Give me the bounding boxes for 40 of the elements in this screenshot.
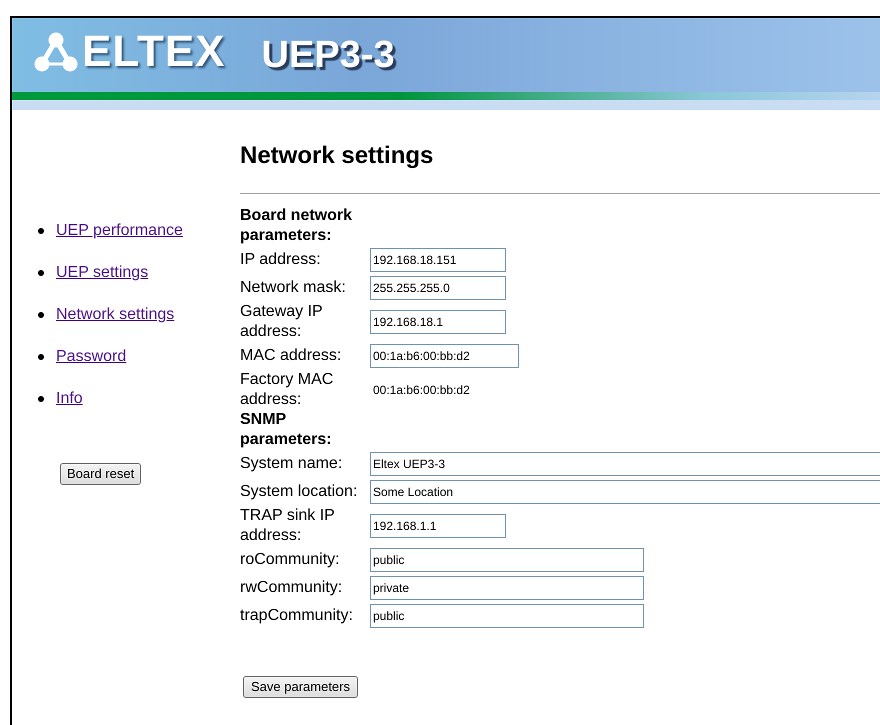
nav-link[interactable]: UEP performance: [56, 219, 183, 243]
field-value: 00:1a:b6:00:bb:d2: [373, 382, 470, 399]
model-title: UEP3-3: [262, 36, 395, 78]
nav-link[interactable]: UEP settings: [56, 261, 148, 285]
nav-link[interactable]: Info: [56, 387, 83, 411]
bullet-icon: [38, 270, 44, 276]
save-parameters-button[interactable]: Save parameters: [243, 676, 358, 698]
input-field[interactable]: 192.168.18.1: [370, 310, 506, 334]
field-label: trapCommunity:: [240, 606, 354, 626]
field-label: rwCommunity:: [240, 578, 344, 598]
bullet-icon: [38, 228, 44, 234]
logo-icon: [34, 32, 78, 72]
input-field[interactable]: 255.255.255.0: [370, 276, 506, 300]
bullet-icon: [38, 354, 44, 360]
board-reset-button[interactable]: Board reset: [60, 463, 142, 485]
input-field[interactable]: public: [370, 548, 644, 572]
page-title: Network settings: [240, 141, 434, 171]
field-label: Factory MAC address:: [240, 370, 334, 410]
section-heading: SNMP parameters:: [240, 410, 333, 450]
input-field[interactable]: 00:1a:b6:00:bb:d2: [370, 344, 519, 368]
input-field[interactable]: 192.168.18.151: [370, 248, 506, 272]
nav-link[interactable]: Network settings: [56, 303, 174, 327]
section-heading: Board network parameters:: [240, 206, 354, 246]
field-label: MAC address:: [240, 346, 342, 366]
field-label: roCommunity:: [240, 550, 341, 570]
brand-logo-text: ELTEX: [82, 30, 226, 74]
field-label: IP address:: [240, 250, 322, 270]
bullet-icon: [38, 312, 44, 318]
field-label: System name:: [240, 454, 344, 474]
nav-link[interactable]: Password: [56, 345, 126, 369]
input-field[interactable]: private: [370, 576, 644, 600]
field-label: System location:: [240, 482, 358, 502]
bullet-icon: [38, 396, 44, 402]
input-field[interactable]: Some Location: [370, 480, 880, 504]
field-label: Network mask:: [240, 278, 347, 298]
field-label: TRAP sink IP address:: [240, 506, 336, 546]
input-field[interactable]: 192.168.1.1: [370, 514, 506, 538]
input-field[interactable]: public: [370, 604, 644, 628]
field-label: Gateway IP address:: [240, 302, 324, 342]
input-field[interactable]: Eltex UEP3-3: [370, 452, 880, 476]
